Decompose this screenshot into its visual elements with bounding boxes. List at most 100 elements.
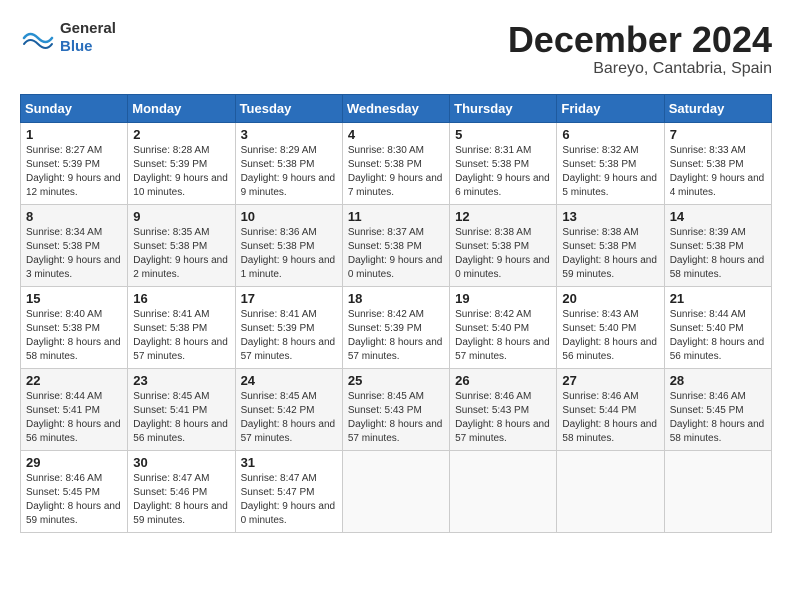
daylight-info: Daylight: 8 hours and 57 minutes.: [455, 418, 551, 446]
daylight-info: Daylight: 8 hours and 56 minutes.: [133, 418, 229, 446]
daylight-info: Daylight: 8 hours and 58 minutes.: [670, 254, 766, 282]
calendar-cell: 21 Sunrise: 8:44 AM Sunset: 5:40 PM Dayl…: [664, 286, 771, 368]
day-number: 28: [670, 373, 766, 388]
calendar-cell: 22 Sunrise: 8:44 AM Sunset: 5:41 PM Dayl…: [21, 368, 128, 450]
day-info: Sunrise: 8:46 AM Sunset: 5:45 PM Dayligh…: [670, 390, 766, 446]
calendar-cell: 15 Sunrise: 8:40 AM Sunset: 5:38 PM Dayl…: [21, 286, 128, 368]
daylight-info: Daylight: 8 hours and 57 minutes.: [133, 336, 229, 364]
sunrise-info: Sunrise: 8:39 AM: [670, 226, 766, 240]
sunrise-info: Sunrise: 8:27 AM: [26, 144, 122, 158]
sunrise-info: Sunrise: 8:45 AM: [133, 390, 229, 404]
daylight-info: Daylight: 9 hours and 1 minute.: [241, 254, 337, 282]
title-block: December 2024 Bareyo, Cantabria, Spain: [508, 20, 772, 78]
sunset-info: Sunset: 5:38 PM: [348, 240, 444, 254]
calendar-cell: 10 Sunrise: 8:36 AM Sunset: 5:38 PM Dayl…: [235, 204, 342, 286]
day-number: 18: [348, 291, 444, 306]
sunset-info: Sunset: 5:44 PM: [562, 404, 658, 418]
sunset-info: Sunset: 5:40 PM: [562, 322, 658, 336]
day-info: Sunrise: 8:38 AM Sunset: 5:38 PM Dayligh…: [455, 226, 551, 282]
day-info: Sunrise: 8:41 AM Sunset: 5:38 PM Dayligh…: [133, 308, 229, 364]
day-info: Sunrise: 8:44 AM Sunset: 5:40 PM Dayligh…: [670, 308, 766, 364]
sunset-info: Sunset: 5:39 PM: [348, 322, 444, 336]
sunset-info: Sunset: 5:41 PM: [133, 404, 229, 418]
sunset-info: Sunset: 5:45 PM: [670, 404, 766, 418]
calendar-week-row: 1 Sunrise: 8:27 AM Sunset: 5:39 PM Dayli…: [21, 122, 772, 204]
calendar-cell: 29 Sunrise: 8:46 AM Sunset: 5:45 PM Dayl…: [21, 450, 128, 532]
day-number: 16: [133, 291, 229, 306]
daylight-info: Daylight: 9 hours and 10 minutes.: [133, 172, 229, 200]
calendar-cell: [557, 450, 664, 532]
daylight-info: Daylight: 9 hours and 6 minutes.: [455, 172, 551, 200]
logo: General Blue: [20, 20, 116, 56]
calendar-cell: 23 Sunrise: 8:45 AM Sunset: 5:41 PM Dayl…: [128, 368, 235, 450]
calendar-cell: [450, 450, 557, 532]
day-number: 7: [670, 127, 766, 142]
sunrise-info: Sunrise: 8:44 AM: [26, 390, 122, 404]
day-info: Sunrise: 8:38 AM Sunset: 5:38 PM Dayligh…: [562, 226, 658, 282]
sunrise-info: Sunrise: 8:35 AM: [133, 226, 229, 240]
calendar-cell: 20 Sunrise: 8:43 AM Sunset: 5:40 PM Dayl…: [557, 286, 664, 368]
calendar-cell: [664, 450, 771, 532]
calendar-cell: 8 Sunrise: 8:34 AM Sunset: 5:38 PM Dayli…: [21, 204, 128, 286]
calendar-cell: 18 Sunrise: 8:42 AM Sunset: 5:39 PM Dayl…: [342, 286, 449, 368]
daylight-info: Daylight: 9 hours and 0 minutes.: [241, 500, 337, 528]
sunrise-info: Sunrise: 8:41 AM: [241, 308, 337, 322]
day-info: Sunrise: 8:34 AM Sunset: 5:38 PM Dayligh…: [26, 226, 122, 282]
sunset-info: Sunset: 5:38 PM: [562, 240, 658, 254]
day-header-wednesday: Wednesday: [342, 94, 449, 122]
day-number: 22: [26, 373, 122, 388]
sunset-info: Sunset: 5:38 PM: [670, 158, 766, 172]
calendar-cell: 27 Sunrise: 8:46 AM Sunset: 5:44 PM Dayl…: [557, 368, 664, 450]
location-subtitle: Bareyo, Cantabria, Spain: [508, 60, 772, 78]
sunset-info: Sunset: 5:38 PM: [670, 240, 766, 254]
day-number: 23: [133, 373, 229, 388]
sunset-info: Sunset: 5:47 PM: [241, 486, 337, 500]
logo-line1: General: [60, 20, 116, 38]
day-info: Sunrise: 8:36 AM Sunset: 5:38 PM Dayligh…: [241, 226, 337, 282]
day-info: Sunrise: 8:32 AM Sunset: 5:38 PM Dayligh…: [562, 144, 658, 200]
day-info: Sunrise: 8:42 AM Sunset: 5:40 PM Dayligh…: [455, 308, 551, 364]
sunset-info: Sunset: 5:43 PM: [348, 404, 444, 418]
sunset-info: Sunset: 5:39 PM: [133, 158, 229, 172]
day-info: Sunrise: 8:31 AM Sunset: 5:38 PM Dayligh…: [455, 144, 551, 200]
day-number: 14: [670, 209, 766, 224]
day-number: 5: [455, 127, 551, 142]
sunset-info: Sunset: 5:38 PM: [26, 322, 122, 336]
daylight-info: Daylight: 8 hours and 58 minutes.: [670, 418, 766, 446]
day-number: 25: [348, 373, 444, 388]
day-number: 15: [26, 291, 122, 306]
day-info: Sunrise: 8:47 AM Sunset: 5:47 PM Dayligh…: [241, 472, 337, 528]
calendar-cell: 4 Sunrise: 8:30 AM Sunset: 5:38 PM Dayli…: [342, 122, 449, 204]
day-info: Sunrise: 8:33 AM Sunset: 5:38 PM Dayligh…: [670, 144, 766, 200]
sunset-info: Sunset: 5:38 PM: [455, 158, 551, 172]
daylight-info: Daylight: 9 hours and 3 minutes.: [26, 254, 122, 282]
daylight-info: Daylight: 9 hours and 2 minutes.: [133, 254, 229, 282]
day-info: Sunrise: 8:45 AM Sunset: 5:41 PM Dayligh…: [133, 390, 229, 446]
sunset-info: Sunset: 5:38 PM: [348, 158, 444, 172]
day-number: 6: [562, 127, 658, 142]
day-info: Sunrise: 8:45 AM Sunset: 5:43 PM Dayligh…: [348, 390, 444, 446]
day-number: 11: [348, 209, 444, 224]
calendar-cell: 24 Sunrise: 8:45 AM Sunset: 5:42 PM Dayl…: [235, 368, 342, 450]
daylight-info: Daylight: 8 hours and 59 minutes.: [562, 254, 658, 282]
day-number: 31: [241, 455, 337, 470]
calendar-header-row: SundayMondayTuesdayWednesdayThursdayFrid…: [21, 94, 772, 122]
day-info: Sunrise: 8:44 AM Sunset: 5:41 PM Dayligh…: [26, 390, 122, 446]
calendar-cell: 30 Sunrise: 8:47 AM Sunset: 5:46 PM Dayl…: [128, 450, 235, 532]
sunrise-info: Sunrise: 8:42 AM: [455, 308, 551, 322]
daylight-info: Daylight: 9 hours and 4 minutes.: [670, 172, 766, 200]
calendar-cell: 31 Sunrise: 8:47 AM Sunset: 5:47 PM Dayl…: [235, 450, 342, 532]
sunset-info: Sunset: 5:38 PM: [241, 158, 337, 172]
sunrise-info: Sunrise: 8:46 AM: [562, 390, 658, 404]
daylight-info: Daylight: 9 hours and 0 minutes.: [455, 254, 551, 282]
sunrise-info: Sunrise: 8:33 AM: [670, 144, 766, 158]
day-number: 8: [26, 209, 122, 224]
page-header: General Blue December 2024 Bareyo, Canta…: [20, 20, 772, 78]
calendar-cell: 5 Sunrise: 8:31 AM Sunset: 5:38 PM Dayli…: [450, 122, 557, 204]
logo-line2: Blue: [60, 38, 116, 56]
day-number: 12: [455, 209, 551, 224]
day-header-monday: Monday: [128, 94, 235, 122]
daylight-info: Daylight: 9 hours and 7 minutes.: [348, 172, 444, 200]
sunrise-info: Sunrise: 8:43 AM: [562, 308, 658, 322]
sunrise-info: Sunrise: 8:38 AM: [562, 226, 658, 240]
